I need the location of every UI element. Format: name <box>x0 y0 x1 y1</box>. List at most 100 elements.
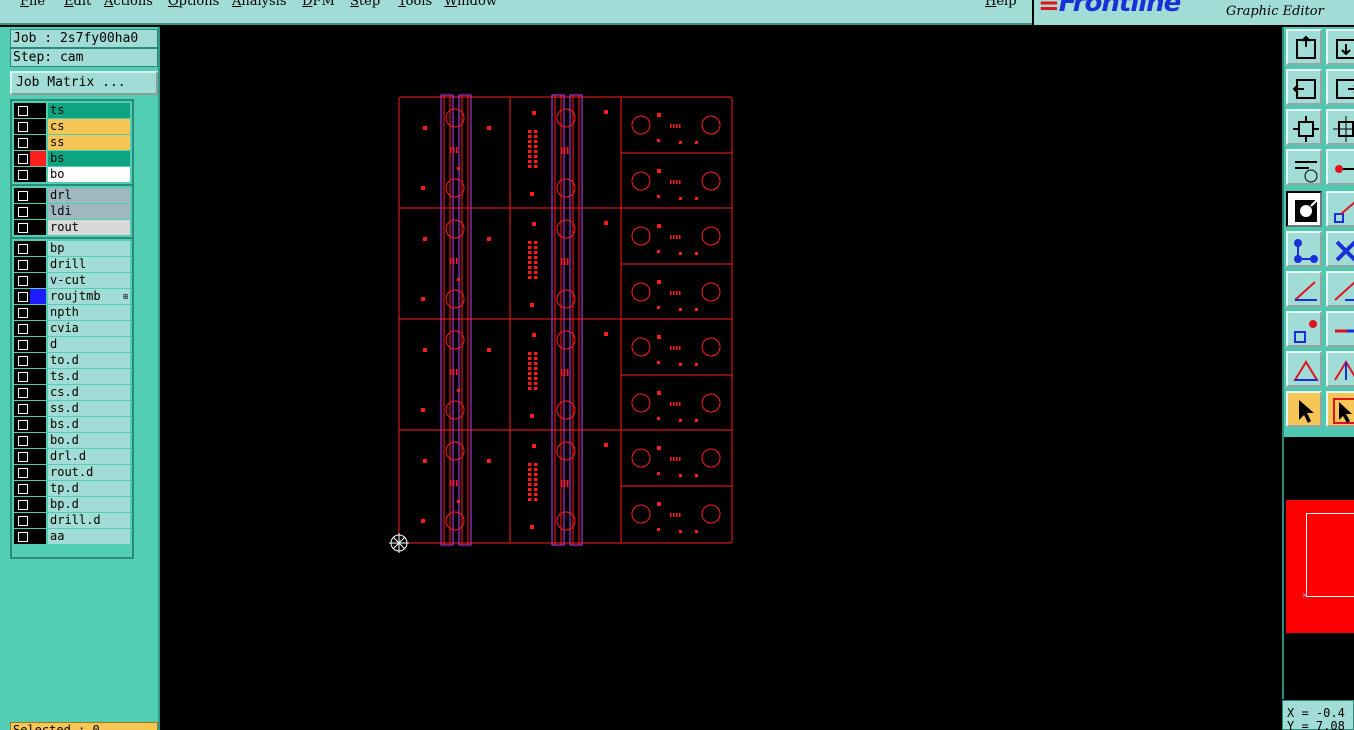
layer-color-swatch[interactable] <box>30 220 46 235</box>
layer-checkbox[interactable] <box>18 532 28 542</box>
layer-color-swatch[interactable] <box>30 497 46 512</box>
layer-name[interactable]: rout <box>48 220 130 235</box>
line-button[interactable] <box>1326 311 1354 347</box>
menu-actions[interactable]: Actions <box>104 0 153 9</box>
pan-right-button[interactable] <box>1326 69 1354 105</box>
layer-row-drill[interactable]: drill <box>14 257 130 272</box>
layer-row-cs[interactable]: cs <box>14 119 130 134</box>
layer-color-swatch[interactable] <box>30 321 46 336</box>
layer-row-ss.d[interactable]: ss.d <box>14 401 130 416</box>
layer-row-bo.d[interactable]: bo.d <box>14 433 130 448</box>
layer-checkbox[interactable] <box>18 138 28 148</box>
layer-color-swatch[interactable] <box>30 385 46 400</box>
layer-row-v-cut[interactable]: v-cut <box>14 273 130 288</box>
layer-color-swatch[interactable] <box>30 481 46 496</box>
pointer-button[interactable] <box>1286 391 1322 427</box>
layer-checkbox[interactable] <box>18 170 28 180</box>
layer-name[interactable]: rout.d <box>48 465 130 480</box>
cross-button[interactable] <box>1326 231 1354 267</box>
layer-row-ts[interactable]: ts <box>14 103 130 118</box>
import-button[interactable] <box>1326 29 1354 65</box>
graphic-canvas[interactable] <box>160 27 1282 730</box>
layer-checkbox[interactable] <box>18 191 28 201</box>
layer-checkbox[interactable] <box>18 207 28 217</box>
layer-name[interactable]: to.d <box>48 353 130 368</box>
layer-color-swatch[interactable] <box>30 119 46 134</box>
layer-row-to.d[interactable]: to.d <box>14 353 130 368</box>
layer-checkbox[interactable] <box>18 420 28 430</box>
layer-color-swatch[interactable] <box>30 305 46 320</box>
menu-edit[interactable]: Edit <box>64 0 91 9</box>
angle-alt-button[interactable] <box>1326 271 1354 307</box>
menu-tools[interactable]: Tools <box>398 0 432 9</box>
menu-help[interactable]: Help <box>985 0 1017 9</box>
layer-checkbox[interactable] <box>18 260 28 270</box>
layer-row-rout[interactable]: rout <box>14 220 130 235</box>
layer-name[interactable]: bs.d <box>48 417 130 432</box>
layer-color-swatch[interactable] <box>30 257 46 272</box>
layer-checkbox[interactable] <box>18 106 28 116</box>
layer-checkbox[interactable] <box>18 223 28 233</box>
layer-name[interactable]: bp.d <box>48 497 130 512</box>
layer-name[interactable]: bo <box>48 167 130 182</box>
layer-checkbox[interactable] <box>18 292 28 302</box>
layer-row-bp[interactable]: bp <box>14 241 130 256</box>
layer-checkbox[interactable] <box>18 356 28 366</box>
layer-color-swatch[interactable] <box>30 188 46 203</box>
layer-color-swatch[interactable] <box>30 241 46 256</box>
zoom-fit-button[interactable] <box>1286 109 1322 145</box>
export-button[interactable] <box>1286 29 1322 65</box>
layer-color-swatch[interactable] <box>30 167 46 182</box>
layer-color-swatch[interactable] <box>30 151 46 166</box>
snap-node-button[interactable] <box>1286 311 1322 347</box>
layer-row-bp.d[interactable]: bp.d <box>14 497 130 512</box>
layer-name[interactable]: ts <box>48 103 130 118</box>
node-move-button[interactable] <box>1286 231 1322 267</box>
layer-checkbox[interactable] <box>18 436 28 446</box>
layer-color-swatch[interactable] <box>30 433 46 448</box>
angle-button[interactable] <box>1286 271 1322 307</box>
layer-row-d[interactable]: d <box>14 337 130 352</box>
layer-color-swatch[interactable] <box>30 337 46 352</box>
draw-line-button[interactable] <box>1326 191 1354 227</box>
layer-name[interactable]: bp <box>48 241 130 256</box>
layer-name[interactable]: ss.d <box>48 401 130 416</box>
layer-name[interactable]: ldi <box>48 204 130 219</box>
menu-options[interactable]: Options <box>168 0 219 9</box>
layer-color-swatch[interactable] <box>30 135 46 150</box>
layer-checkbox[interactable] <box>18 516 28 526</box>
layer-name[interactable]: npth <box>48 305 130 320</box>
layer-row-npth[interactable]: npth <box>14 305 130 320</box>
layer-color-swatch[interactable] <box>30 465 46 480</box>
layer-row-bs.d[interactable]: bs.d <box>14 417 130 432</box>
layer-checkbox[interactable] <box>18 372 28 382</box>
connect-button[interactable] <box>1326 149 1354 185</box>
layer-row-drl[interactable]: drl <box>14 188 130 203</box>
layer-name[interactable]: bo.d <box>48 433 130 448</box>
draw-select-button[interactable] <box>1286 191 1322 227</box>
layer-checkbox[interactable] <box>18 452 28 462</box>
layer-row-aa[interactable]: aa <box>14 529 130 544</box>
layer-name[interactable]: tp.d <box>48 481 130 496</box>
layer-color-swatch[interactable] <box>30 103 46 118</box>
snap-settings-button[interactable] <box>1286 149 1322 185</box>
layer-checkbox[interactable] <box>18 468 28 478</box>
layer-name[interactable]: cs <box>48 119 130 134</box>
layer-row-cvia[interactable]: cvia <box>14 321 130 336</box>
layer-name[interactable]: drl <box>48 188 130 203</box>
layer-row-tp.d[interactable]: tp.d <box>14 481 130 496</box>
layer-checkbox[interactable] <box>18 308 28 318</box>
layer-row-drill.d[interactable]: drill.d <box>14 513 130 528</box>
layer-checkbox[interactable] <box>18 154 28 164</box>
layer-name[interactable]: ts.d <box>48 369 130 384</box>
zoom-center-button[interactable] <box>1326 109 1354 145</box>
layer-color-swatch[interactable] <box>30 449 46 464</box>
layer-color-swatch[interactable] <box>30 353 46 368</box>
layer-checkbox[interactable] <box>18 324 28 334</box>
job-matrix-button[interactable]: Job Matrix ... <box>10 71 158 95</box>
layer-checkbox[interactable] <box>18 404 28 414</box>
layer-name[interactable]: ss <box>48 135 130 150</box>
pan-left-button[interactable] <box>1286 69 1322 105</box>
layer-checkbox[interactable] <box>18 276 28 286</box>
menu-window[interactable]: Window <box>444 0 497 9</box>
